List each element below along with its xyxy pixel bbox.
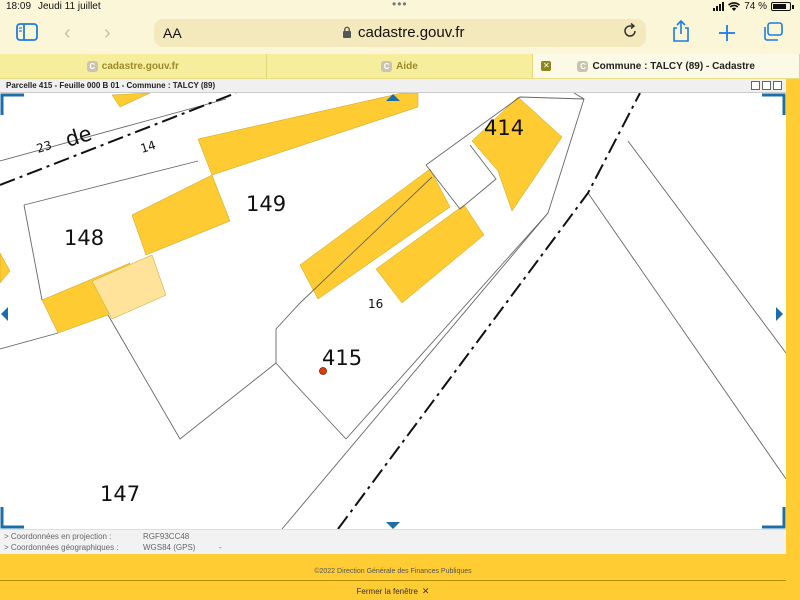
footer-divider (0, 580, 786, 581)
parcel-number-label: 147 (100, 482, 140, 506)
geographic-row: > Coordonnées géographiques : WGS84 (GPS… (4, 543, 222, 554)
building-149-west (131, 174, 231, 256)
selected-parcel-label: 415 (322, 346, 362, 370)
boundary-east-2 (627, 140, 786, 354)
frame-corner-top-left (0, 93, 24, 115)
text-size-button[interactable]: AA (163, 25, 182, 41)
tab-commune-talcy[interactable]: ✕ C Commune : TALCY (89) - Cadastre (533, 54, 800, 78)
browser-toolbar: ‹ › AA cadastre.gouv.fr (0, 14, 800, 54)
status-time: 18:09 (6, 1, 32, 12)
battery-nub (792, 4, 794, 9)
tabs-overview-icon[interactable] (762, 22, 784, 42)
multitasking-dots-icon[interactable]: ••• (392, 0, 408, 11)
building-west-edge (0, 252, 11, 284)
street-number-label: 16 (368, 297, 383, 311)
header-tools (751, 81, 782, 90)
close-window-link[interactable]: Fermer la fenêtre ✕ (0, 586, 786, 597)
road-edge-north (0, 98, 227, 162)
page-title: Parcelle 415 - Feuille 000 B 01 - Commun… (6, 81, 216, 90)
maximize-icon[interactable] (773, 81, 782, 90)
cadastre-favicon-icon: C (381, 60, 393, 72)
back-arrow-icon[interactable]: ‹ (64, 23, 71, 43)
page-footer: ©2022 Direction Générale des Finances Pu… (0, 554, 800, 600)
street-number-label: 23 (35, 138, 54, 156)
street-name-label: de (62, 121, 94, 152)
boundary-east-1 (587, 192, 786, 480)
boundary-148-west (23, 204, 43, 301)
status-bar: 18:09 Jeudi 11 juillet ••• 74 % (0, 0, 800, 14)
tab-label: Commune : TALCY (89) - Cadastre (592, 60, 755, 72)
address-bar[interactable]: AA cadastre.gouv.fr (154, 19, 646, 47)
pan-right-arrow-icon[interactable] (776, 307, 783, 321)
coordinates-panel: > Coordonnées en projection : RGF93CC48 … (0, 529, 786, 554)
cadastre-favicon-icon: C (577, 60, 589, 72)
frame-corner-top-right (762, 93, 786, 115)
selected-parcel-marker (319, 367, 327, 375)
lock-icon (343, 26, 351, 38)
tab-label: Aide (396, 60, 418, 72)
share-icon[interactable] (672, 20, 690, 42)
parcel-header: Parcelle 415 - Feuille 000 B 01 - Commun… (0, 79, 786, 93)
status-indicators: 74 % (713, 1, 794, 12)
parcel-number-label: 149 (246, 192, 286, 216)
tab-label: cadastre.gouv.fr (101, 60, 179, 72)
building-414 (471, 96, 563, 212)
geographic-value: - (219, 543, 222, 552)
cellular-signal-icon (713, 2, 725, 11)
export-icon[interactable] (762, 81, 771, 90)
battery-icon (771, 2, 791, 11)
reload-icon[interactable] (622, 23, 638, 39)
boundary-147-north (107, 314, 277, 440)
cadastral-map[interactable]: 23 de 14 149 148 414 16 415 147 (0, 93, 786, 529)
status-date: Jeudi 11 juillet (38, 1, 101, 12)
pan-left-arrow-icon[interactable] (1, 307, 8, 321)
close-x-icon[interactable]: ✕ (422, 586, 430, 597)
parcel-number-label: 148 (64, 226, 104, 250)
close-window-label[interactable]: Fermer la fenêtre (357, 587, 418, 596)
building-north-edge (111, 93, 151, 108)
projection-label: > Coordonnées en projection : (4, 532, 112, 541)
new-tab-plus-icon[interactable] (718, 24, 736, 42)
tab-bar: C cadastre.gouv.fr C Aide ✕ C Commune : … (0, 54, 800, 79)
building-149 (197, 93, 419, 176)
frame-corner-bottom-right (762, 507, 786, 529)
copyright-text: ©2022 Direction Générale des Finances Pu… (314, 568, 472, 575)
parcel-number-label: 414 (484, 116, 524, 140)
geographic-system: WGS84 (GPS) (143, 543, 196, 552)
boundary-148-south (0, 332, 59, 350)
cadastre-favicon-icon: C (86, 60, 98, 72)
projection-system: RGF93CC48 (143, 532, 190, 541)
projection-row: > Coordonnées en projection : RGF93CC48 (4, 532, 219, 543)
boundary-415-south (275, 362, 347, 440)
tab-close-icon[interactable]: ✕ (541, 61, 552, 71)
geographic-label: > Coordonnées géographiques : (4, 543, 119, 552)
tab-cadastre-home[interactable]: C cadastre.gouv.fr (0, 54, 267, 78)
forward-arrow-icon[interactable]: › (104, 23, 111, 43)
page-margin (786, 79, 800, 554)
pan-down-arrow-icon[interactable] (386, 522, 400, 529)
url-text[interactable]: cadastre.gouv.fr (358, 24, 464, 41)
print-icon[interactable] (751, 81, 760, 90)
sidebar-icon[interactable] (16, 23, 38, 41)
tab-aide[interactable]: C Aide (267, 54, 534, 78)
wifi-icon (728, 2, 741, 11)
frame-corner-bottom-left (0, 507, 24, 529)
battery-percent: 74 % (744, 1, 767, 12)
street-number-label: 14 (139, 138, 158, 156)
